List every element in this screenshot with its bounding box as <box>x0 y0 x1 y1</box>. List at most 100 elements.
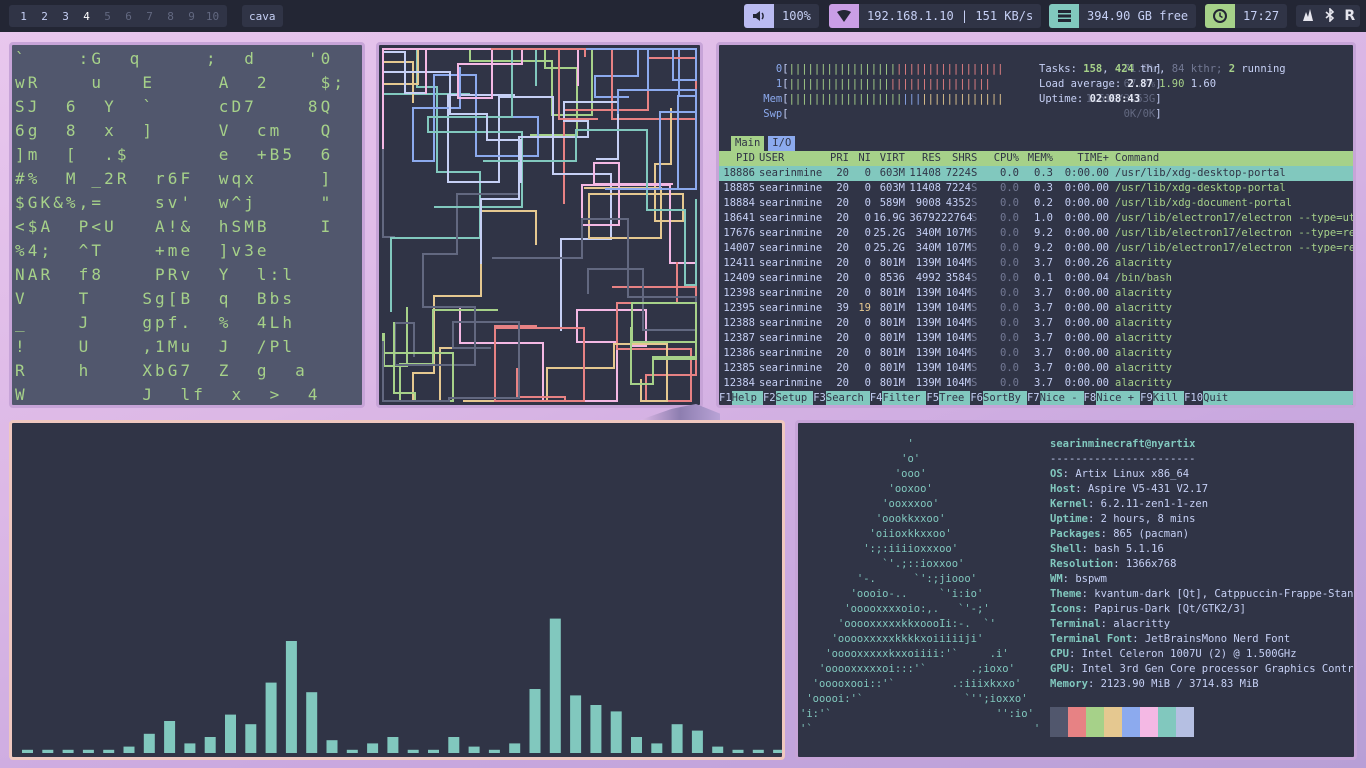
fkey-action-quit[interactable]: Quit <box>1203 391 1353 405</box>
fkey-action-filter[interactable]: Filter <box>882 391 927 405</box>
palette-swatch <box>1176 707 1194 737</box>
process-header: PID USER PRI NI VIRT RES SHR S CPU% MEM% TIME+ Comm… <box>719 151 1353 166</box>
cava-bar <box>651 743 663 753</box>
cava-bar <box>204 737 216 753</box>
cava-bar <box>610 711 622 753</box>
process-row[interactable]: 18886 searinmine 20 0 603M 11408 7224 S 0.0 0.3 0:… <box>719 166 1353 181</box>
tab-io[interactable]: I/O <box>768 136 796 151</box>
cava-bar <box>732 749 744 753</box>
cava-bar <box>428 749 439 753</box>
volume-module[interactable]: 100% <box>744 4 819 28</box>
disk-value: 394.90 GB free <box>1079 4 1197 28</box>
workspace-9[interactable]: 9 <box>181 10 202 23</box>
pipe-segment <box>382 321 520 402</box>
workspace-10[interactable]: 10 <box>202 10 223 23</box>
cava-bar <box>306 692 318 753</box>
workspace-1[interactable]: 1 <box>13 10 34 23</box>
htop-tabs: Main I/O <box>731 136 796 151</box>
fkey-action-kill[interactable]: Kill <box>1152 391 1185 405</box>
cava-bar <box>143 733 155 753</box>
cava-terminal[interactable] <box>9 420 785 760</box>
palette-swatch <box>1158 707 1176 737</box>
process-row[interactable]: 12384 searinmine 20 0 801M 139M 104M S 0.0 3.7 0:0… <box>719 376 1353 391</box>
workspace-switcher: 1 2 3 4 5 6 7 8 9 10 <box>9 5 227 27</box>
cava-bar <box>712 746 724 753</box>
fkey-action-help[interactable]: Help <box>731 391 763 405</box>
process-row[interactable]: 12385 searinmine 20 0 801M 139M 104M S 0.0 3.7 0:0… <box>719 361 1353 376</box>
cava-bar <box>123 746 135 753</box>
process-row[interactable]: 12387 searinmine 20 0 801M 139M 104M S 0.0 3.7 0:0… <box>719 331 1353 346</box>
system-info: searinminecraft@nyartix -----------------… <box>1050 437 1357 692</box>
process-row[interactable]: 12409 searinmine 20 0 8536 4992 3584 S 0.0 0.1 0:0… <box>719 271 1353 286</box>
fkey-f10: F10 <box>1184 392 1204 404</box>
process-row[interactable]: 14007 searinmine 20 0 25.2G 340M 107M S 0.0 9.2 0:… <box>719 241 1353 256</box>
cava-bar <box>164 721 176 753</box>
process-row[interactable]: 18885 searinmine 20 0 603M 11408 7224 S 0.0 0.3 0:… <box>719 181 1353 196</box>
fkey-action-setup[interactable]: Setup <box>775 391 814 405</box>
info-uptime: Uptime: 2 hours, 8 mins <box>1050 513 1196 525</box>
fkey-f5: F5 <box>926 392 940 404</box>
pipe-segment <box>469 48 593 136</box>
info-terminal: Terminal: alacritty <box>1050 618 1171 630</box>
cava-bar <box>549 618 561 753</box>
window-title-box: cava <box>242 5 283 27</box>
process-row[interactable]: 12395 searinmine 39 19 801M 139M 104M S 0.0 3.7 0:… <box>719 301 1353 316</box>
clock-icon <box>1205 4 1235 28</box>
info-resolution: Resolution: 1366x768 <box>1050 558 1177 570</box>
cava-bar <box>367 743 379 753</box>
cava-bar <box>509 743 521 753</box>
process-row[interactable]: 17676 searinmine 20 0 25.2G 340M 107M S 0.0 9.2 0:… <box>719 226 1353 241</box>
fkey-action-search[interactable]: Search <box>825 391 870 405</box>
process-row[interactable]: 12388 searinmine 20 0 801M 139M 104M S 0.0 3.7 0:0… <box>719 316 1353 331</box>
cava-bar <box>752 749 764 753</box>
fkey-action-nice[interactable]: Nice + <box>1096 391 1141 405</box>
workspace-2[interactable]: 2 <box>34 10 55 23</box>
fkey-f2: F2 <box>762 392 776 404</box>
workspace-8[interactable]: 8 <box>160 10 181 23</box>
fkey-action-sortby[interactable]: SortBy <box>983 391 1027 405</box>
info-memory: Memory: 2123.90 MiB / 3714.83 MiB <box>1050 678 1259 690</box>
cava-bar <box>103 749 115 753</box>
pipes-terminal[interactable] <box>376 42 703 408</box>
tab-main[interactable]: Main <box>731 136 765 151</box>
swap-meter: Swp[ 0K/0K] <box>763 108 1162 120</box>
pipes-drawing <box>382 48 697 402</box>
process-row[interactable]: 12398 searinmine 20 0 801M 139M 104M S 0.0 3.7 0:0… <box>719 286 1353 301</box>
cava-bar <box>285 641 297 753</box>
cava-bar <box>671 724 683 753</box>
r-app-icon[interactable]: R <box>1344 8 1355 24</box>
bluetooth-icon[interactable] <box>1325 6 1335 26</box>
clock-module[interactable]: 17:27 <box>1205 4 1288 28</box>
workspace-3[interactable]: 3 <box>55 10 76 23</box>
cava-bar <box>62 749 74 753</box>
process-row[interactable]: 18641 searinmine 20 0 16.9G 36792 22764 S 0.0 1.0… <box>719 211 1353 226</box>
workspace-6[interactable]: 6 <box>118 10 139 23</box>
network-module[interactable]: 192.168.1.10 | 151 KB/s <box>829 4 1042 28</box>
flame-icon[interactable] <box>1301 7 1315 26</box>
fkey-action-tree[interactable]: Tree <box>939 391 971 405</box>
pipe-segment <box>492 218 697 331</box>
fkey-f3: F3 <box>813 392 826 404</box>
pipe-segment <box>394 193 518 366</box>
info-theme: Theme: kvantum-dark [Qt], Catppuccin-Fra… <box>1050 588 1357 600</box>
process-row[interactable]: 18884 searinmine 20 0 589M 9008 4352 S 0.0 0.2 0:0… <box>719 196 1353 211</box>
workspace-4[interactable]: 4 <box>76 10 97 23</box>
fkey-action-nice[interactable]: Nice - <box>1039 391 1084 405</box>
workspace-5[interactable]: 5 <box>97 10 118 23</box>
process-row[interactable]: 12386 searinmine 20 0 801M 139M 104M S 0.0 3.7 0:0… <box>719 346 1353 361</box>
pipe-segment <box>382 48 481 312</box>
htop-terminal[interactable]: 0[|||||||||||||||||||||||||||||||||| 71.… <box>716 42 1356 408</box>
palette-swatch <box>1086 707 1104 737</box>
cava-bar <box>265 682 277 753</box>
neofetch-separator: ----------------------- <box>1050 453 1196 465</box>
neofetch-terminal[interactable]: ' 'o' 'ooo' 'ooxoo' 'ooxxxoo' 'oookkxxoo… <box>795 420 1357 760</box>
palette-swatch <box>1122 707 1140 737</box>
disk-module[interactable]: 394.90 GB free <box>1049 4 1197 28</box>
matrix-text: ` :G q ; d '0 wR u E A 2 $; SJ 6 Y ` cD7… <box>15 49 347 404</box>
info-terminal-font: Terminal Font: JetBrainsMono Nerd Font <box>1050 633 1291 645</box>
info-packages: Packages: 865 (pacman) <box>1050 528 1190 540</box>
cava-bar <box>529 689 541 753</box>
process-row[interactable]: 12411 searinmine 20 0 801M 139M 104M S 0.0 3.7 0:0… <box>719 256 1353 271</box>
matrix-rain-terminal[interactable]: ` :G q ; d '0 wR u E A 2 $; SJ 6 Y ` cD7… <box>9 42 365 408</box>
workspace-7[interactable]: 7 <box>139 10 160 23</box>
